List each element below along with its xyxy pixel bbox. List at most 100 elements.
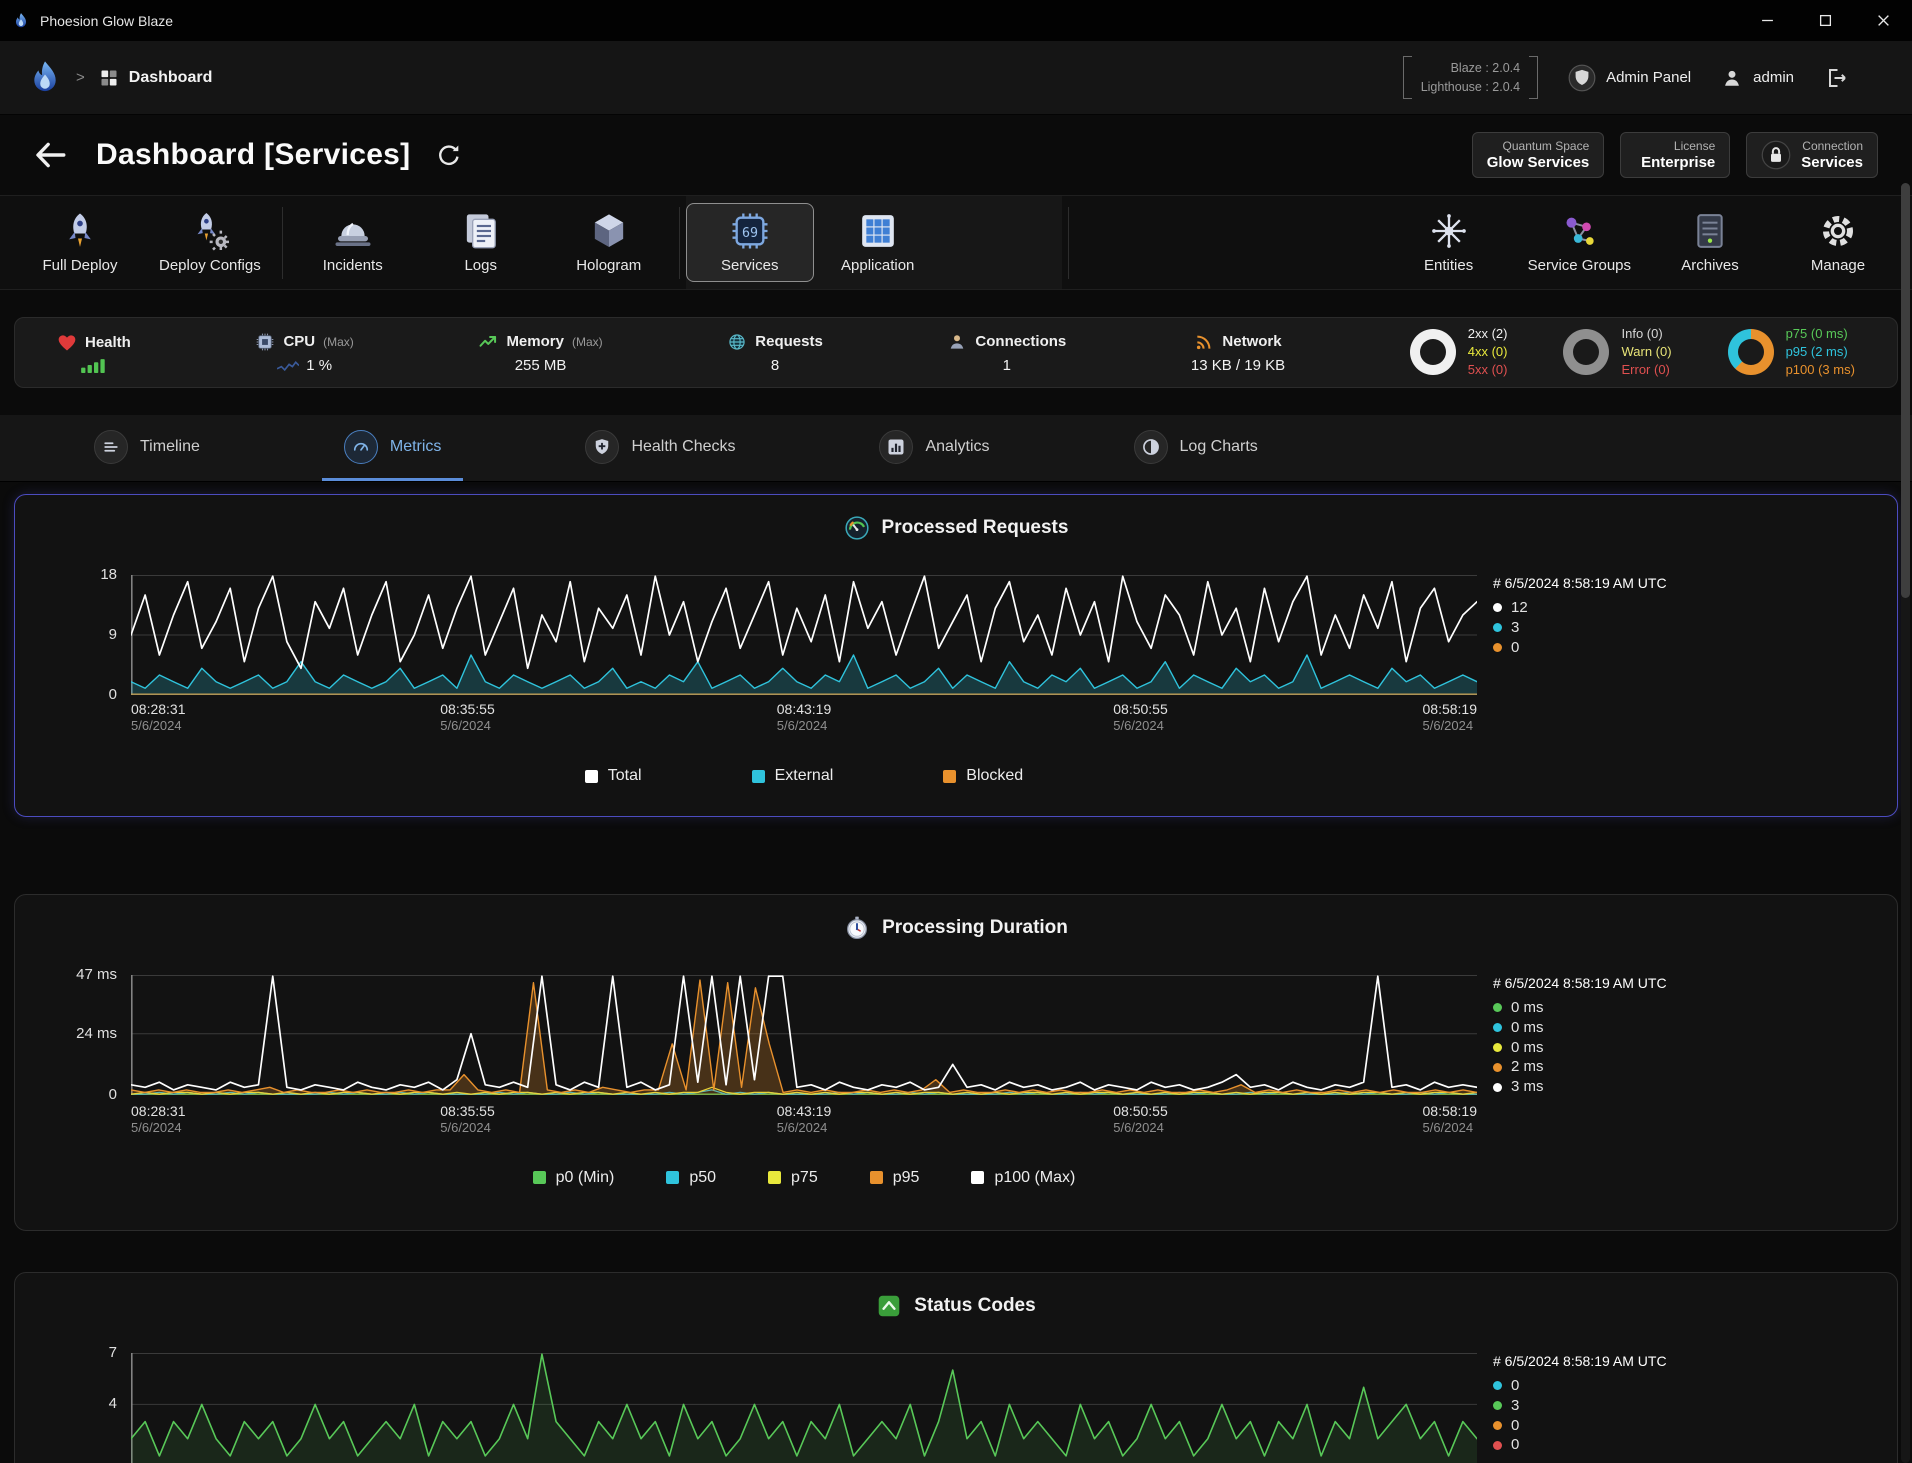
minimize-button[interactable] bbox=[1738, 0, 1796, 41]
toolbar-group: 69Services Application bbox=[686, 196, 1062, 289]
chart-timestamp: # 6/5/2024 8:58:19 AM UTC bbox=[1493, 975, 1877, 991]
toolbar-item-service-groups[interactable]: Service Groups bbox=[1513, 203, 1646, 282]
toolbar-item-archives[interactable]: Archives bbox=[1646, 203, 1774, 282]
toolbar-item-label: Manage bbox=[1811, 257, 1865, 274]
chart-body: 47 ms24 ms0# 6/5/2024 8:58:19 AM UTC0 ms… bbox=[35, 975, 1877, 1097]
donut-legend-item: 2xx (2) bbox=[1468, 326, 1508, 343]
toolbar-item-entities[interactable]: Entities bbox=[1385, 203, 1513, 282]
toolbar-item-label: Logs bbox=[464, 257, 497, 274]
quantum-space-value: Glow Services bbox=[1487, 154, 1590, 171]
toolbar-item-label: Incidents bbox=[323, 257, 383, 274]
chart-plot bbox=[131, 1353, 1477, 1463]
stat-network: Network 13 KB / 19 KB bbox=[1191, 332, 1285, 374]
toolbar-item-application[interactable]: Application bbox=[814, 203, 942, 282]
series-dot-icon bbox=[1493, 1003, 1502, 1012]
scrollbar-track[interactable] bbox=[1901, 183, 1910, 1463]
license-label: License bbox=[1635, 139, 1715, 153]
quantum-space-box: Quantum Space Glow Services bbox=[1472, 132, 1605, 178]
health-checks-icon bbox=[592, 437, 612, 457]
titlebar: Phoesion Glow Blaze bbox=[0, 0, 1912, 41]
y-axis-labels: 740 bbox=[35, 1353, 131, 1463]
donut-legend-item: 4xx (0) bbox=[1468, 344, 1508, 361]
status-codes-donut-ring bbox=[1410, 329, 1456, 375]
network-icon bbox=[1194, 332, 1214, 352]
current-value: 3 ms bbox=[1511, 1077, 1544, 1097]
back-button[interactable] bbox=[34, 138, 68, 172]
toolbar-item-deploy-configs[interactable]: Deploy Configs bbox=[144, 203, 276, 282]
toolbar-item-incidents[interactable]: Incidents bbox=[289, 203, 417, 282]
toolbar-item-services[interactable]: 69Services bbox=[686, 203, 814, 282]
user-label: admin bbox=[1753, 69, 1794, 86]
network-value: 13 KB / 19 KB bbox=[1191, 357, 1285, 374]
breadcrumb-dashboard[interactable]: Dashboard bbox=[99, 68, 213, 88]
page-info-boxes: Quantum Space Glow Services License Ente… bbox=[1472, 132, 1878, 178]
x-date: 5/6/2024 bbox=[777, 1120, 832, 1135]
x-axis-labels: 08:28:315/6/202408:35:555/6/202408:43:19… bbox=[131, 1103, 1477, 1149]
tab-timeline[interactable]: Timeline bbox=[72, 415, 222, 481]
legend-swatch-icon bbox=[971, 1171, 984, 1184]
legend-label: p100 (Max) bbox=[994, 1169, 1075, 1187]
legend-item-p75: p75 bbox=[768, 1169, 818, 1187]
x-time: 08:50:55 bbox=[1113, 701, 1168, 717]
tab-health-checks[interactable]: Health Checks bbox=[563, 415, 757, 481]
health-bars-icon bbox=[80, 358, 108, 373]
tab-label: Metrics bbox=[390, 438, 442, 456]
timeline-icon bbox=[101, 437, 121, 457]
logs-donut: Info (0)Warn (0)Error (0) bbox=[1563, 326, 1671, 379]
chart-title: Status Codes bbox=[914, 1295, 1035, 1317]
legend-swatch-icon bbox=[666, 1171, 679, 1184]
tab-metrics[interactable]: Metrics bbox=[322, 415, 464, 481]
breadcrumb-label: Dashboard bbox=[129, 69, 213, 87]
chip-icon: 69 bbox=[730, 211, 770, 251]
close-button[interactable] bbox=[1854, 0, 1912, 41]
toolbar-item-label: Application bbox=[841, 257, 914, 274]
quantum-space-label: Quantum Space bbox=[1487, 139, 1590, 153]
header: > Dashboard Blaze : 2.0.4 Lighthouse : 2… bbox=[0, 41, 1912, 115]
x-time: 08:35:55 bbox=[440, 1103, 495, 1119]
x-axis-label: 08:50:555/6/2024 bbox=[1113, 1103, 1168, 1135]
legend-label: External bbox=[775, 767, 834, 785]
x-axis-label: 08:43:195/6/2024 bbox=[777, 1103, 832, 1135]
toolbar-item-label: Service Groups bbox=[1528, 257, 1631, 274]
x-axis-label: 08:58:195/6/2024 bbox=[1423, 1103, 1478, 1135]
tab-analytics[interactable]: Analytics bbox=[857, 415, 1011, 481]
refresh-button[interactable] bbox=[436, 142, 462, 168]
tab-log-charts[interactable]: Log Charts bbox=[1112, 415, 1280, 481]
chart-body: 1890# 6/5/2024 8:58:19 AM UTC1230 bbox=[35, 575, 1877, 695]
legend-label: p50 bbox=[689, 1169, 716, 1187]
logout-button[interactable] bbox=[1824, 66, 1848, 90]
logout-icon bbox=[1824, 66, 1848, 90]
maximize-button[interactable] bbox=[1796, 0, 1854, 41]
y-axis-labels: 1890 bbox=[35, 575, 131, 695]
admin-panel-button[interactable]: Admin Panel bbox=[1568, 64, 1691, 92]
chart-timestamp: # 6/5/2024 8:58:19 AM UTC bbox=[1493, 575, 1877, 591]
current-value-row: 3 ms bbox=[1493, 1077, 1877, 1097]
latency-donut: p75 (0 ms)p95 (2 ms)p100 (3 ms) bbox=[1728, 326, 1855, 379]
logs-icon bbox=[461, 211, 501, 251]
toolbar-item-label: Hologram bbox=[576, 257, 641, 274]
legend-label: p95 bbox=[893, 1169, 920, 1187]
toolbar-item-full-deploy[interactable]: Full Deploy bbox=[16, 203, 144, 282]
toolbar-item-hologram[interactable]: Hologram bbox=[545, 203, 673, 282]
toolbar-group: Full DeployDeploy Configs bbox=[16, 196, 276, 289]
toolbar-group: Incidents Logs Hologram bbox=[289, 196, 673, 289]
y-tick-label: 4 bbox=[109, 1395, 117, 1412]
legend-label: Blocked bbox=[966, 767, 1023, 785]
connection-box[interactable]: Connection Services bbox=[1746, 132, 1878, 178]
toolbar-item-logs[interactable]: Logs bbox=[417, 203, 545, 282]
latency-donut-ring bbox=[1728, 329, 1774, 375]
chart-side-legend: # 6/5/2024 8:58:19 AM UTC0 ms0 ms0 ms2 m… bbox=[1477, 975, 1877, 1097]
stat-cpu: CPU (Max) 1 % bbox=[255, 332, 353, 374]
toolbar-divider bbox=[1068, 207, 1069, 279]
scrollbar-thumb[interactable] bbox=[1901, 183, 1910, 598]
series-dot-icon bbox=[1493, 1381, 1502, 1390]
toolbar-item-manage[interactable]: Manage bbox=[1774, 203, 1902, 282]
current-value-row: 3 bbox=[1493, 618, 1877, 638]
user-menu[interactable]: admin bbox=[1721, 67, 1794, 89]
version-box: Blaze : 2.0.4 Lighthouse : 2.0.4 bbox=[1403, 54, 1538, 100]
stopwatch-icon bbox=[844, 915, 870, 941]
y-tick-label: 0 bbox=[109, 686, 117, 703]
x-axis-label: 08:35:555/6/2024 bbox=[440, 1103, 495, 1135]
rocket-gear-icon bbox=[190, 211, 230, 251]
alarm-icon bbox=[333, 211, 373, 251]
